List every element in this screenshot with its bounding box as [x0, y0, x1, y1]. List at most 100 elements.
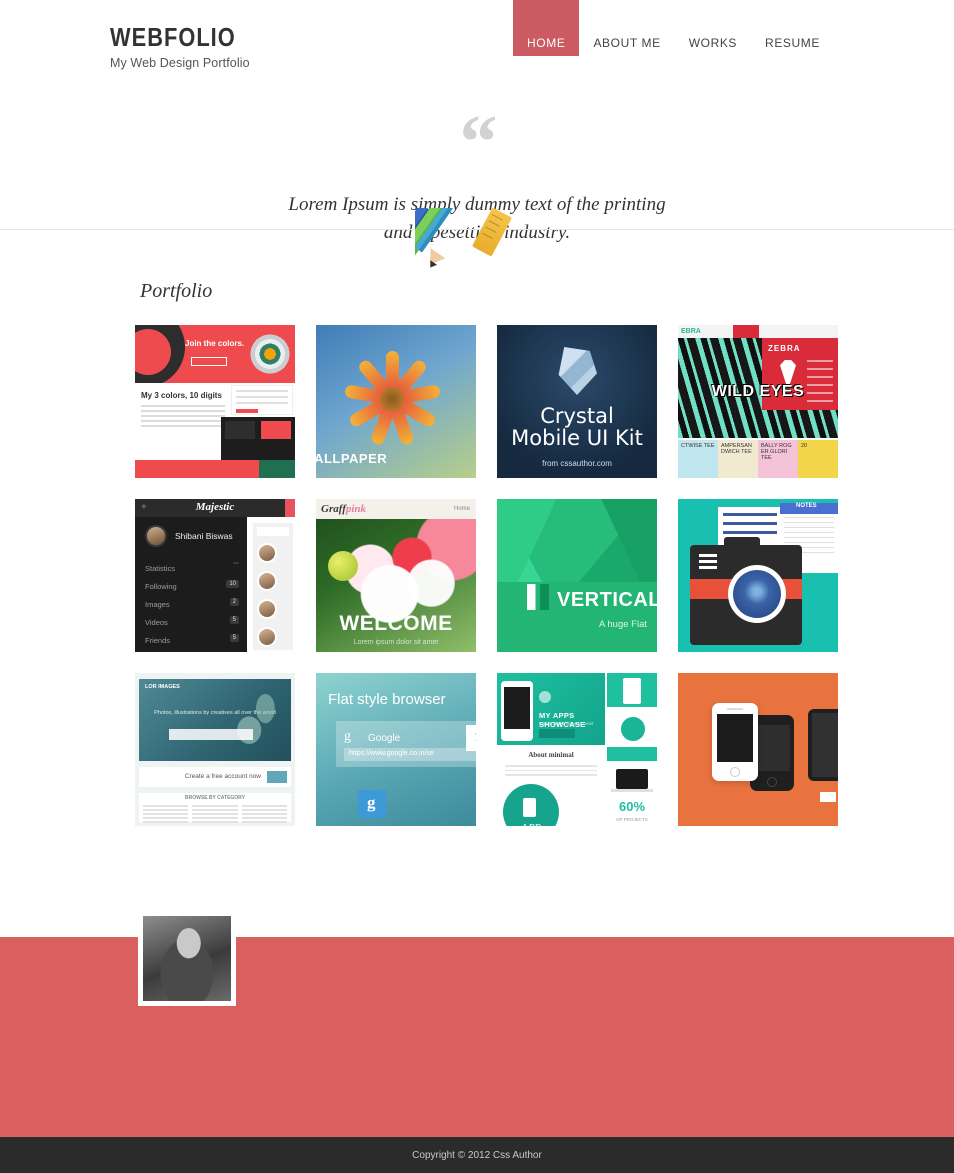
- thumb-art: Crystal Mobile UI Kit from cssauthor.com: [497, 325, 657, 478]
- category-block: BROWSE BY CATEGORY: [139, 793, 291, 823]
- cta-row: Create a free account now: [139, 767, 291, 787]
- thumb-headline: WELCOME: [339, 612, 453, 635]
- app-badge: [621, 717, 645, 741]
- thumb-dark-panel: [221, 417, 295, 461]
- dash-topbar: + Majestic: [135, 499, 295, 517]
- nav-item-works[interactable]: WORKS: [675, 0, 751, 56]
- flower-icon: [342, 347, 442, 447]
- site-header: WEBFOLIO My Web Design Portfolio HOME AB…: [0, 0, 954, 90]
- thumb-card: [231, 385, 293, 415]
- search-input: [169, 729, 253, 740]
- thumb-art: [678, 673, 838, 826]
- thumb-title-line1: Crystal: [540, 404, 614, 428]
- menu-item: 10 Following: [145, 577, 239, 595]
- portfolio-item-flat-camera[interactable]: NOTES: [678, 499, 838, 652]
- portfolio-item-stock-images-site[interactable]: LOR IMAGES Photos, illustrations by crea…: [135, 673, 295, 826]
- portfolio-item-crystal-mobile-ui-kit[interactable]: Crystal Mobile UI Kit from cssauthor.com: [497, 325, 657, 478]
- copyright-bar: Copyright © 2012 Css Author: [0, 1137, 954, 1173]
- plus-icon: +: [141, 502, 147, 513]
- stat-value: 60%: [618, 799, 646, 814]
- graff-navbar: Graffpink Home: [316, 499, 476, 519]
- thumb-credit: from cssauthor.com: [542, 459, 612, 468]
- friend-avatar: [257, 571, 277, 591]
- profile-photo: [143, 916, 231, 1001]
- quote-section: “ Lorem Ipsum is simply dummy text of th…: [0, 90, 954, 268]
- main-nav: HOME ABOUT ME WORKS RESUME: [513, 0, 834, 56]
- thumb-headline: VERTICAL: [557, 589, 657, 611]
- portfolio-grid: Join the colors. My 3 colors, 10 digits: [135, 325, 838, 826]
- portfolio-item-orange-phone-mockups[interactable]: [678, 673, 838, 826]
- tie-icon: [780, 360, 796, 384]
- menu-count: 2: [229, 598, 239, 606]
- browse-label: BROWSE BY CATEGORY: [185, 795, 245, 801]
- menu-item: Maps: [145, 649, 239, 652]
- product-label: AMPERSAN DWICH TEE: [721, 443, 752, 455]
- crystal-gem-icon: [558, 347, 597, 395]
- vertical-logo-icon: [527, 584, 549, 610]
- thumb-art: Join the colors. My 3 colors, 10 digits: [135, 325, 295, 478]
- portfolio-section: Portfolio Join the colors. My 3 colors, …: [0, 280, 954, 826]
- thumb-brand: Graff: [321, 503, 346, 515]
- nav-item-home[interactable]: HOME: [513, 0, 580, 56]
- portfolio-item-graff-pink[interactable]: Graffpink Home WELCOME Lorem ipsum dolor…: [316, 499, 476, 652]
- portfolio-item-zebra-wild-eyes[interactable]: ZEBRA EBRA WILD EYES CTWISE TEE AMPERSAN…: [678, 325, 838, 478]
- about-title: About minimal: [528, 751, 574, 759]
- thumb-brand-accent: pink: [345, 503, 367, 515]
- thumb-title: Crystal Mobile UI Kit: [497, 405, 657, 449]
- google-g-icon: g: [344, 729, 351, 744]
- brand-logo-icon: [539, 691, 551, 703]
- thumb-art: LOR IMAGES Photos, illustrations by crea…: [135, 673, 295, 826]
- thumb-headline: Join the colors.: [185, 339, 245, 348]
- profile-avatar: [138, 911, 236, 1006]
- portfolio-item-majestic-dashboard[interactable]: + Majestic Shibani Biswas Statistics 10 F…: [135, 499, 295, 652]
- showcase-side: [607, 673, 657, 745]
- thumb-headline: Flat style browser: [328, 691, 446, 708]
- thumb-button: [191, 357, 227, 366]
- nav-item-resume[interactable]: RESUME: [751, 0, 834, 56]
- portfolio-item-flat-style-browser[interactable]: Flat style browser g Google f https://ww…: [316, 673, 476, 826]
- menu-count: 5: [229, 616, 239, 624]
- site-tagline: My Web Design Portfolio: [110, 56, 250, 70]
- google-tile-icon: g: [358, 790, 386, 818]
- portfolio-item-apps-showcase[interactable]: MY APPS SHOWCASE Lorem ipsum dolor sit a…: [497, 673, 657, 826]
- thumb-sub: A huge Flat: [598, 619, 647, 630]
- polygon-pattern: [497, 499, 657, 582]
- thumb-section-title: My 3 colors, 10 digits: [141, 391, 222, 400]
- phone-mockup: [501, 681, 533, 741]
- url-text: https://www.google.co.in/se: [349, 750, 434, 757]
- avatar: [145, 525, 167, 547]
- thumb-brand: Majestic: [195, 501, 235, 513]
- product-label: BALLY ROG ER GLORI TEE: [761, 443, 792, 461]
- portfolio-item-flower-wallpaper[interactable]: WALLPAPER: [316, 325, 476, 478]
- portfolio-item-join-the-colors[interactable]: Join the colors. My 3 colors, 10 digits: [135, 325, 295, 478]
- thumb-sub: Lorem ipsum dolor sit amet: [539, 721, 594, 726]
- thumb-label: WALLPAPER: [316, 451, 388, 466]
- showcase-hero: MY APPS SHOWCASE Lorem ipsum dolor sit a…: [497, 673, 605, 745]
- camera-grill: [699, 554, 717, 572]
- showcase-about: About minimal APP: [497, 747, 605, 826]
- page-root: WEBFOLIO My Web Design Portfolio HOME AB…: [0, 0, 954, 1173]
- url-bar: https://www.google.co.in/se: [344, 748, 476, 761]
- camera-icon: [690, 537, 802, 645]
- pencil-ruler-illustration: [415, 208, 535, 268]
- menu-item: Statistics: [145, 559, 239, 577]
- menu-count: 5: [229, 634, 239, 642]
- portfolio-item-vertical-flat[interactable]: VERTICAL A huge Flat: [497, 499, 657, 652]
- thumb-art: VERTICAL A huge Flat: [497, 499, 657, 652]
- site-hero: LOR IMAGES Photos, illustrations by crea…: [139, 679, 291, 761]
- notes-title: NOTES: [780, 503, 838, 514]
- menu-count: [233, 562, 239, 564]
- app-label: APP: [503, 822, 559, 826]
- thumb-footer-band: [135, 460, 295, 478]
- dash-searchbox: [257, 527, 289, 536]
- dash-menu: Statistics 10 Following 2 Images 5 Videos 5…: [145, 559, 239, 652]
- zebra-navbar: EBRA: [678, 325, 838, 338]
- text-lines: [141, 405, 225, 430]
- product-label: 20: [801, 443, 808, 449]
- nav-item-about-me[interactable]: ABOUT ME: [579, 0, 674, 56]
- nav-home: Home: [453, 506, 470, 512]
- logo-block[interactable]: WEBFOLIO My Web Design Portfolio: [110, 24, 260, 70]
- thumb-brand: LOR IMAGES: [145, 684, 180, 690]
- thumb-art: Flat style browser g Google f https://ww…: [316, 673, 476, 826]
- leaf-graphic: [233, 687, 287, 759]
